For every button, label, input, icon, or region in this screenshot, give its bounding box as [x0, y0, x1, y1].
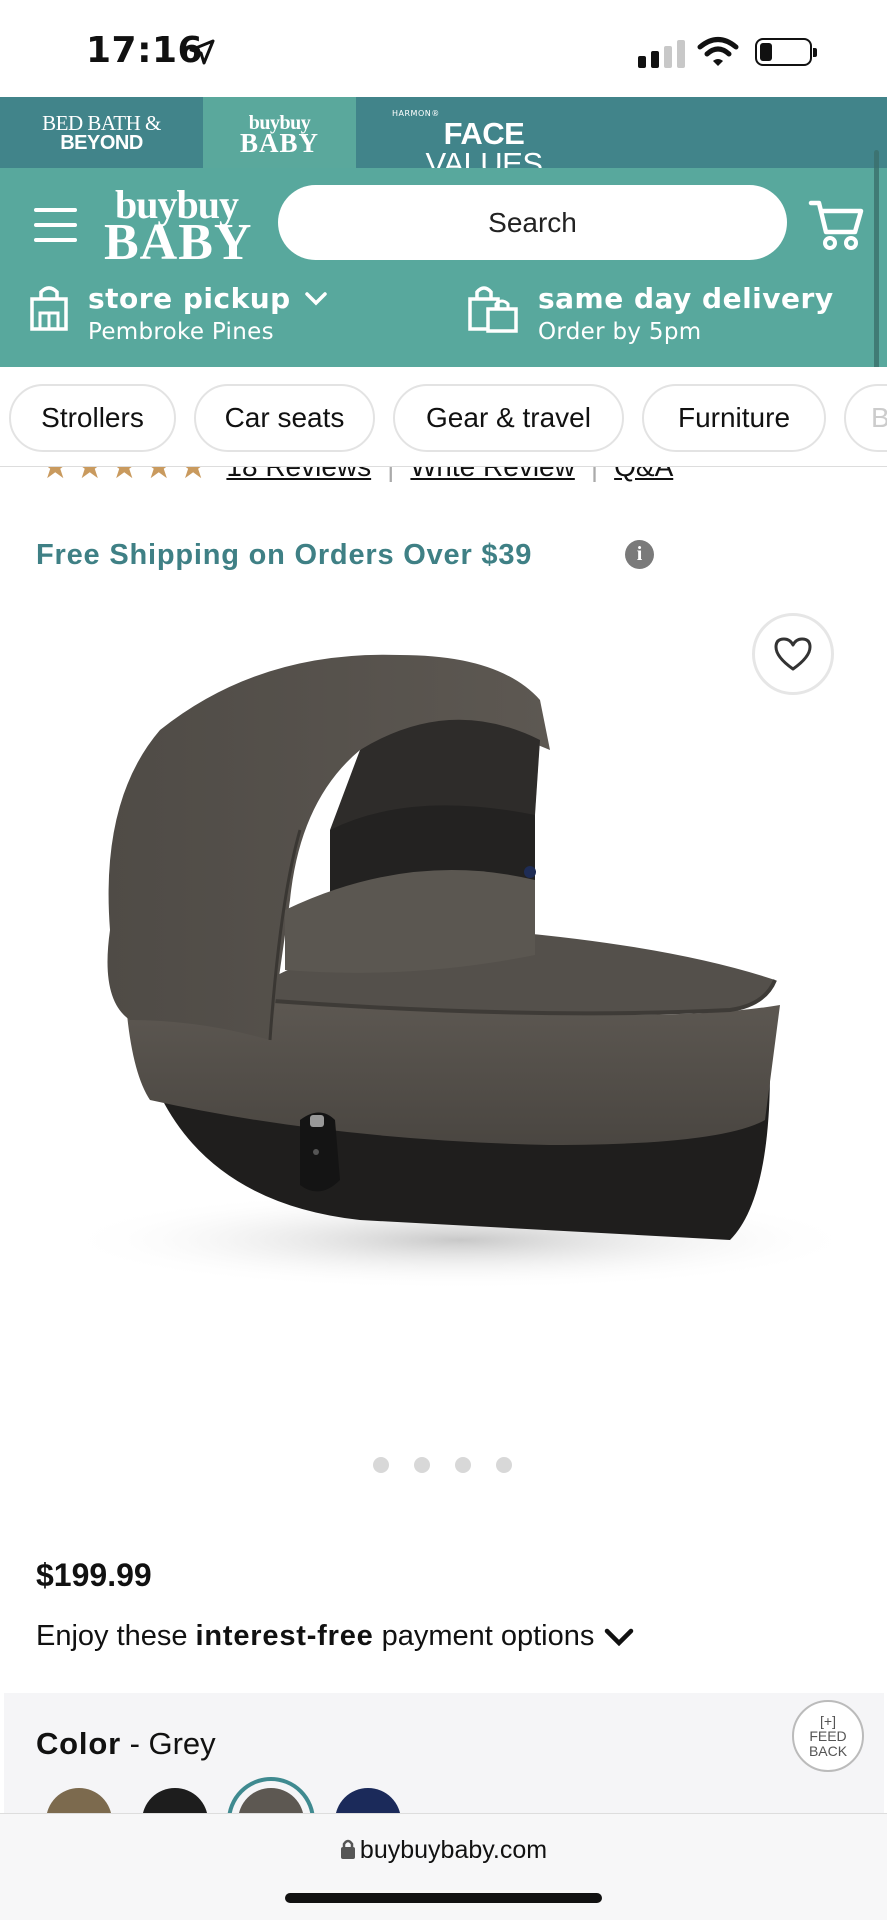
carousel-dot[interactable] [414, 1457, 430, 1473]
star-rating-icon: ★★★★★ [40, 467, 213, 486]
color-swatch-black[interactable] [142, 1788, 208, 1813]
brand-tab-bed-bath-beyond[interactable]: BED BATH & BEYOND [0, 97, 203, 168]
rating-row: ★★★★★ 18 Reviews | Write Review | Q&A [0, 467, 887, 487]
status-time: 17:16 [86, 30, 204, 71]
battery-icon [755, 38, 817, 66]
brand-tab-buybuy-baby[interactable]: buybuy BABY [203, 97, 356, 168]
payment-options-toggle[interactable]: Enjoy these interest-free payment option… [36, 1620, 634, 1653]
location-arrow-icon [189, 39, 215, 65]
qa-link[interactable]: Q&A [614, 467, 673, 483]
color-label: Color - Grey [36, 1726, 216, 1761]
browser-address-bar: buybuybaby.com [0, 1813, 887, 1920]
cart-icon[interactable] [808, 198, 864, 252]
wifi-icon [697, 37, 739, 66]
color-selector: Color - Grey [4, 1693, 884, 1813]
feedback-button[interactable]: [+] FEED BACK [792, 1700, 864, 1772]
carousel-dot[interactable] [496, 1457, 512, 1473]
search-input[interactable]: Search [278, 185, 787, 260]
info-icon[interactable]: i [625, 540, 654, 569]
menu-icon[interactable] [34, 208, 77, 248]
store-pickup-selector[interactable]: store pickup Pembroke Pines [28, 283, 327, 349]
page-scrollbar[interactable] [874, 150, 879, 382]
category-pills: Strollers Car seats Gear & travel Furnit… [0, 367, 887, 467]
chevron-down-icon [304, 292, 327, 306]
product-price: $199.99 [36, 1557, 152, 1593]
image-carousel-dots [373, 1457, 512, 1473]
pickup-store-name: Pembroke Pines [88, 319, 274, 345]
category-pill-car-seats[interactable]: Car seats [194, 384, 375, 452]
category-pill-furniture[interactable]: Furniture [642, 384, 826, 452]
same-day-delivery-option[interactable]: same day delivery Order by 5pm [466, 283, 834, 349]
store-bag-icon [30, 286, 68, 331]
lock-icon [340, 1839, 355, 1859]
cellular-signal-icon [638, 40, 685, 68]
home-indicator[interactable] [285, 1893, 602, 1903]
color-swatch-brown[interactable] [46, 1788, 112, 1813]
free-shipping-banner: Free Shipping on Orders Over $39 [36, 539, 533, 571]
color-swatch-navy[interactable] [335, 1788, 401, 1813]
favorite-heart-button[interactable] [752, 613, 834, 695]
url-field[interactable]: buybuybaby.com [0, 1836, 887, 1865]
delivery-bags-icon [468, 286, 518, 333]
carousel-dot[interactable] [455, 1457, 471, 1473]
buybuy-baby-logo[interactable]: buybuy BABY [104, 185, 251, 269]
heart-icon [774, 637, 812, 671]
status-bar: 17:16 [0, 0, 887, 97]
write-review-link[interactable]: Write Review [410, 467, 574, 483]
brand-bar: BED BATH & BEYOND buybuy BABY HARMON® FACE… [0, 97, 887, 181]
reviews-link[interactable]: 18 Reviews [226, 467, 371, 483]
category-pill-partial[interactable]: B [844, 384, 887, 452]
brand-tab-harmon-face-values[interactable]: HARMON® FACE VALUES [356, 97, 576, 181]
category-pill-strollers[interactable]: Strollers [9, 384, 176, 452]
delivery-cutoff: Order by 5pm [538, 319, 702, 345]
category-pill-gear-travel[interactable]: Gear & travel [393, 384, 624, 452]
site-header: buybuy BABY Search store pickup Pembroke… [0, 168, 887, 367]
product-image-bassinet[interactable] [30, 600, 860, 1300]
chevron-down-icon [605, 1628, 634, 1646]
carousel-dot[interactable] [373, 1457, 389, 1473]
